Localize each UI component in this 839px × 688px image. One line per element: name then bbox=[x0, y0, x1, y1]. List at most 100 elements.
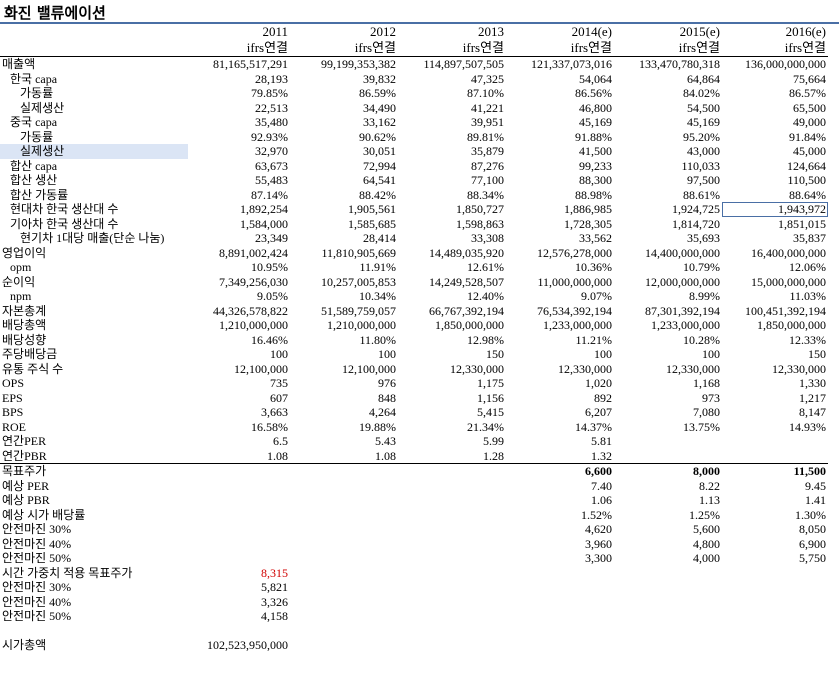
value-cell[interactable]: 150 bbox=[398, 347, 506, 362]
value-cell[interactable]: 5.81 bbox=[506, 434, 614, 449]
value-cell[interactable]: 121,337,073,016 bbox=[506, 57, 614, 72]
value-cell[interactable]: 16.46% bbox=[188, 333, 290, 348]
value-cell[interactable]: 87.10% bbox=[398, 86, 506, 101]
value-cell[interactable]: 1,851,015 bbox=[722, 217, 828, 232]
value-cell[interactable] bbox=[398, 479, 506, 494]
row-label-cell[interactable]: BPS bbox=[0, 405, 188, 420]
value-cell[interactable]: 124,664 bbox=[722, 159, 828, 174]
value-cell[interactable] bbox=[614, 566, 722, 581]
value-cell[interactable]: 8,147 bbox=[722, 405, 828, 420]
value-cell[interactable]: 6.5 bbox=[188, 434, 290, 449]
value-cell[interactable]: 15,000,000,000 bbox=[722, 275, 828, 290]
row-label-cell[interactable]: 안전마진 30% bbox=[0, 580, 188, 595]
row-label-cell[interactable]: 안전마진 50% bbox=[0, 609, 188, 624]
value-cell[interactable]: 1,168 bbox=[614, 376, 722, 391]
row-label-cell[interactable]: npm bbox=[0, 289, 188, 304]
value-cell[interactable]: 47,325 bbox=[398, 72, 506, 87]
value-cell[interactable] bbox=[290, 595, 398, 610]
value-cell[interactable]: 45,169 bbox=[506, 115, 614, 130]
value-cell[interactable]: 35,837 bbox=[722, 231, 828, 246]
value-cell[interactable]: 10,257,005,853 bbox=[290, 275, 398, 290]
value-cell[interactable]: 79.85% bbox=[188, 86, 290, 101]
value-cell[interactable]: 1.52% bbox=[506, 508, 614, 523]
value-cell[interactable] bbox=[290, 463, 398, 479]
value-cell[interactable]: 12.98% bbox=[398, 333, 506, 348]
header-year-cell[interactable]: 2012 bbox=[290, 24, 398, 40]
value-cell[interactable]: 88,300 bbox=[506, 173, 614, 188]
value-cell[interactable]: 99,233 bbox=[506, 159, 614, 174]
row-label-cell[interactable]: OPS bbox=[0, 376, 188, 391]
value-cell[interactable]: 64,541 bbox=[290, 173, 398, 188]
value-cell[interactable] bbox=[722, 609, 828, 624]
value-cell[interactable] bbox=[290, 624, 398, 639]
value-cell[interactable]: 1,020 bbox=[506, 376, 614, 391]
value-cell[interactable]: 5,750 bbox=[722, 551, 828, 566]
value-cell[interactable]: 1,814,720 bbox=[614, 217, 722, 232]
value-cell[interactable]: 102,523,950,000 bbox=[188, 638, 290, 653]
value-cell[interactable]: 10.36% bbox=[506, 260, 614, 275]
value-cell[interactable]: 63,673 bbox=[188, 159, 290, 174]
row-label-cell[interactable]: 주당배당금 bbox=[0, 347, 188, 362]
value-cell[interactable]: 12,330,000 bbox=[398, 362, 506, 377]
header-basis-cell[interactable]: ifrs연결 bbox=[614, 40, 722, 57]
row-label-cell[interactable]: EPS bbox=[0, 391, 188, 406]
row-label-cell[interactable]: 현대차 한국 생산대 수 bbox=[0, 202, 188, 217]
value-cell[interactable]: 12,330,000 bbox=[506, 362, 614, 377]
value-cell[interactable]: 9.05% bbox=[188, 289, 290, 304]
value-cell[interactable]: 12,100,000 bbox=[290, 362, 398, 377]
value-cell[interactable]: 1,585,685 bbox=[290, 217, 398, 232]
value-cell[interactable]: 87,301,392,194 bbox=[614, 304, 722, 319]
value-cell[interactable]: 1.32 bbox=[506, 449, 614, 464]
value-cell[interactable]: 1,156 bbox=[398, 391, 506, 406]
row-label-cell[interactable]: 시가총액 bbox=[0, 638, 188, 653]
value-cell[interactable]: 88.64% bbox=[722, 188, 828, 203]
row-label-cell[interactable]: 안전마진 50% bbox=[0, 551, 188, 566]
value-cell[interactable]: 8.99% bbox=[614, 289, 722, 304]
value-cell[interactable]: 34,490 bbox=[290, 101, 398, 116]
value-cell[interactable]: 607 bbox=[188, 391, 290, 406]
value-cell[interactable]: 1,850,000,000 bbox=[398, 318, 506, 333]
value-cell[interactable]: 91.88% bbox=[506, 130, 614, 145]
value-cell[interactable]: 28,193 bbox=[188, 72, 290, 87]
value-cell[interactable] bbox=[398, 595, 506, 610]
value-cell[interactable]: 16,400,000,000 bbox=[722, 246, 828, 261]
value-cell[interactable]: 84.02% bbox=[614, 86, 722, 101]
value-cell[interactable]: 88.34% bbox=[398, 188, 506, 203]
value-cell[interactable]: 100 bbox=[614, 347, 722, 362]
value-cell[interactable]: 95.20% bbox=[614, 130, 722, 145]
value-cell[interactable]: 10.79% bbox=[614, 260, 722, 275]
value-cell[interactable]: 892 bbox=[506, 391, 614, 406]
value-cell[interactable]: 1,598,863 bbox=[398, 217, 506, 232]
row-label-cell[interactable]: 예상 PER bbox=[0, 479, 188, 494]
row-label-cell[interactable]: 합산 capa bbox=[0, 159, 188, 174]
value-cell[interactable]: 9.45 bbox=[722, 479, 828, 494]
value-cell[interactable]: 100,451,392,194 bbox=[722, 304, 828, 319]
value-cell[interactable]: 1.06 bbox=[506, 493, 614, 508]
value-cell[interactable]: 12.40% bbox=[398, 289, 506, 304]
value-cell[interactable] bbox=[398, 463, 506, 479]
value-cell[interactable]: 1,943,972 bbox=[722, 202, 828, 217]
value-cell[interactable]: 1,728,305 bbox=[506, 217, 614, 232]
value-cell[interactable]: 4,800 bbox=[614, 537, 722, 552]
value-cell[interactable] bbox=[614, 609, 722, 624]
value-cell[interactable]: 1.41 bbox=[722, 493, 828, 508]
row-label-cell[interactable]: 유통 주식 수 bbox=[0, 362, 188, 377]
value-cell[interactable]: 54,500 bbox=[614, 101, 722, 116]
row-label-cell[interactable]: 연간PBR bbox=[0, 449, 188, 464]
value-cell[interactable]: 66,767,392,194 bbox=[398, 304, 506, 319]
value-cell[interactable]: 41,221 bbox=[398, 101, 506, 116]
row-label-cell[interactable]: 가동률 bbox=[0, 86, 188, 101]
value-cell[interactable] bbox=[614, 624, 722, 639]
value-cell[interactable] bbox=[506, 580, 614, 595]
value-cell[interactable] bbox=[188, 479, 290, 494]
row-label-cell[interactable]: 합산 생산 bbox=[0, 173, 188, 188]
value-cell[interactable]: 65,500 bbox=[722, 101, 828, 116]
value-cell[interactable] bbox=[188, 463, 290, 479]
value-cell[interactable]: 45,169 bbox=[614, 115, 722, 130]
row-label-cell[interactable]: 실제생산 bbox=[0, 101, 188, 116]
value-cell[interactable] bbox=[290, 522, 398, 537]
row-label-cell[interactable]: ROE bbox=[0, 420, 188, 435]
value-cell[interactable] bbox=[614, 434, 722, 449]
value-cell[interactable]: 55,483 bbox=[188, 173, 290, 188]
value-cell[interactable]: 136,000,000,000 bbox=[722, 57, 828, 72]
